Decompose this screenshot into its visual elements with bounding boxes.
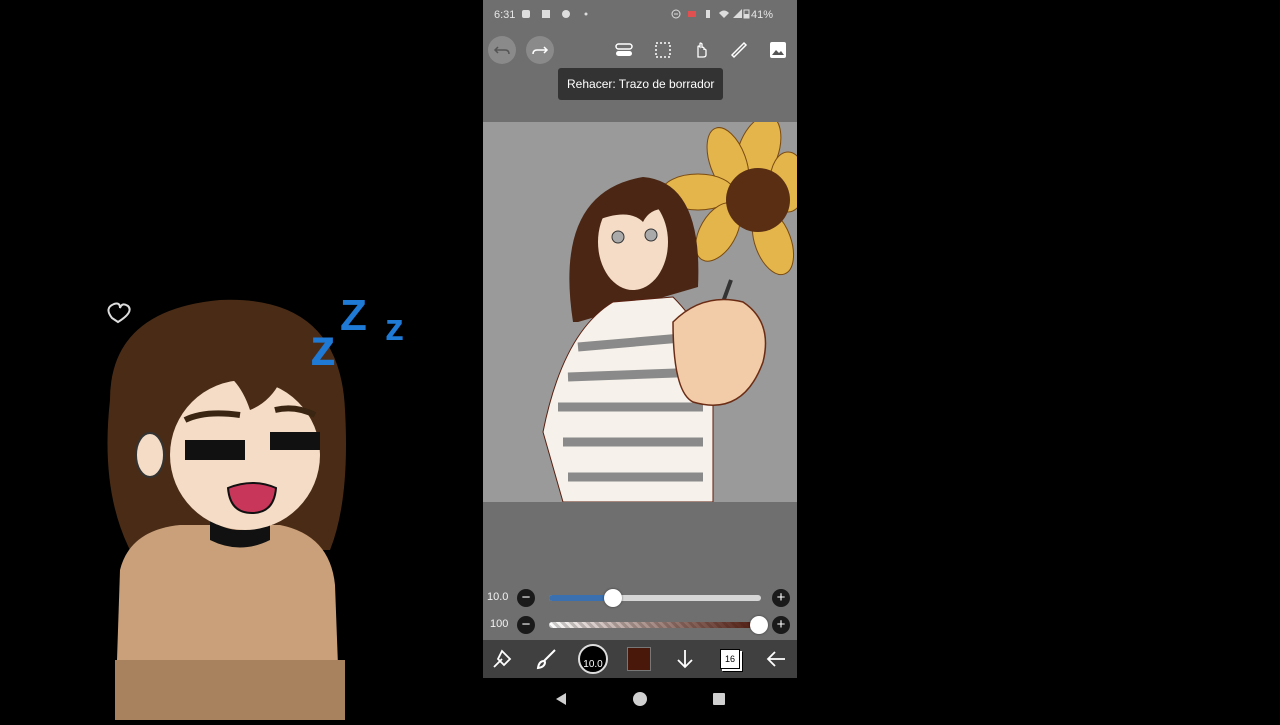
opacity-thumb[interactable] — [750, 616, 768, 634]
ruler-icon — [730, 41, 748, 59]
swap-tool-button[interactable] — [487, 644, 517, 674]
svg-text:z: z — [385, 307, 404, 349]
redo-button[interactable] — [526, 36, 554, 64]
arrow-left-icon — [766, 651, 785, 667]
opacity-value: 100 — [490, 618, 509, 630]
hand-icon — [697, 42, 707, 58]
bottom-tool-bar: 10.0 16 — [483, 640, 797, 678]
do-not-disturb-icon — [671, 9, 681, 19]
streamer-avatar: z Z z — [0, 0, 480, 720]
battery-percentage: 41% — [751, 9, 774, 21]
battery-icon — [743, 9, 750, 19]
selection-icon — [655, 42, 671, 58]
opacity-slider[interactable] — [549, 616, 768, 634]
brush-tool-button[interactable] — [532, 644, 562, 674]
svg-text:z: z — [310, 319, 336, 377]
svg-text:Z: Z — [340, 291, 367, 340]
wifi-icon — [719, 10, 729, 18]
undo-icon — [493, 46, 510, 55]
cast-icon — [688, 11, 696, 17]
game-controller-icon — [562, 10, 570, 18]
image-button[interactable] — [764, 36, 792, 64]
nav-home-icon[interactable] — [632, 691, 648, 707]
swap-pen-eraser-icon — [493, 649, 512, 668]
brush-icon — [536, 649, 556, 670]
status-time: 6:31 — [494, 9, 516, 21]
redo-icon — [532, 46, 549, 55]
settings-toggle-button[interactable] — [610, 36, 638, 64]
color-button[interactable] — [624, 644, 654, 674]
more-notifications-dot-icon — [584, 12, 588, 16]
top-toolbar — [483, 32, 797, 68]
opacity-increase-button[interactable]: + — [772, 616, 790, 634]
redo-tooltip: Rehacer: Trazo de borrador — [558, 68, 724, 100]
opacity-slider-row: 100 − + — [483, 614, 797, 636]
vibrate-icon — [706, 10, 710, 18]
brush-size-value: 10.0 — [487, 591, 509, 603]
brush-size-increase-button[interactable]: + — [772, 589, 790, 607]
brush-size-indicator: 10.0 — [578, 644, 608, 674]
drawing-canvas[interactable] — [483, 122, 797, 502]
app-notification-icon — [522, 10, 530, 18]
ruler-button[interactable] — [725, 36, 753, 64]
arrow-down-icon — [677, 650, 693, 669]
brush-size-slider-row: 10.0 − + — [483, 587, 797, 609]
brush-size-slider[interactable] — [549, 589, 761, 607]
navigation-bar — [483, 678, 797, 720]
hand-tool-button[interactable] — [687, 36, 715, 64]
current-color-swatch — [627, 647, 651, 671]
facebook-icon — [542, 10, 550, 18]
nav-recents-icon[interactable] — [711, 691, 727, 707]
undo-button[interactable] — [488, 36, 516, 64]
brush-size-thumb[interactable] — [603, 589, 622, 607]
artwork — [483, 122, 797, 502]
brush-size-decrease-button[interactable]: − — [517, 589, 535, 607]
layer-count: 16 — [720, 649, 740, 669]
download-button[interactable] — [670, 644, 700, 674]
selection-button[interactable] — [649, 36, 677, 64]
brush-size-button[interactable]: 10.0 — [578, 644, 608, 674]
status-bar: 6:31 41% — [483, 0, 797, 32]
image-icon — [770, 42, 786, 58]
settings-toggle-icon — [615, 43, 633, 56]
nav-back-icon[interactable] — [553, 691, 569, 707]
back-button[interactable] — [761, 644, 791, 674]
opacity-decrease-button[interactable]: − — [517, 616, 535, 634]
phone-screen: 6:31 41% Rehacer: Trazo de borrador 10.0… — [483, 0, 797, 720]
layers-button[interactable]: 16 — [715, 644, 745, 674]
